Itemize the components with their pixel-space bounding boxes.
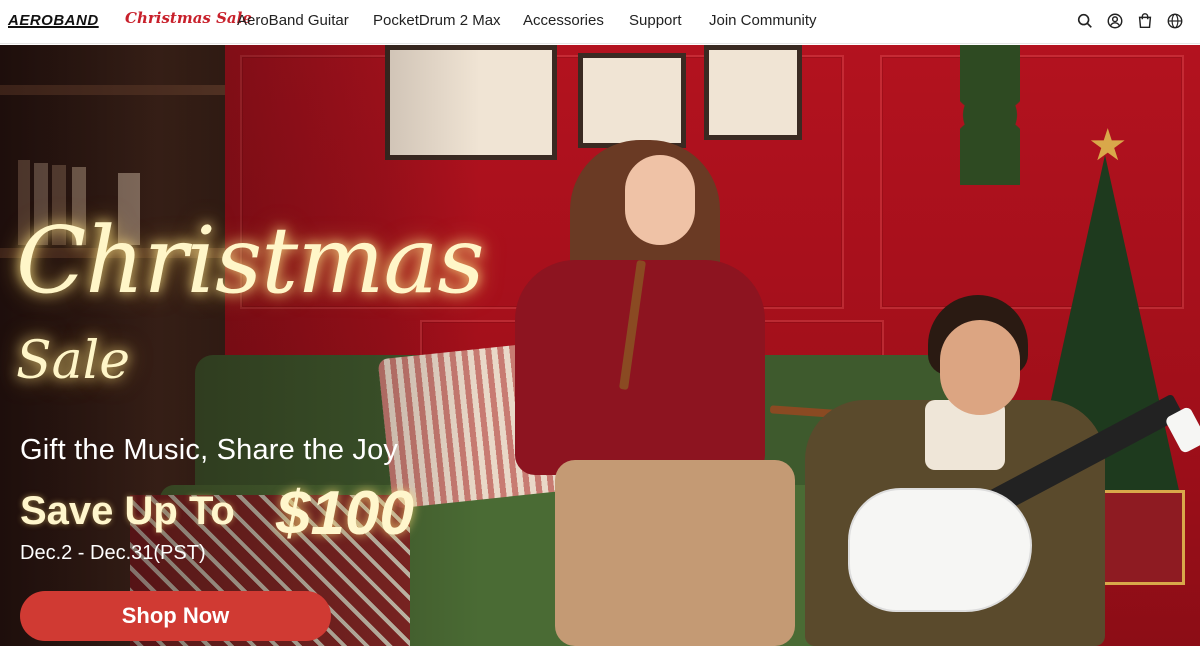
- guitar-body: [850, 490, 1030, 610]
- nav-christmas-sale[interactable]: Christmas Sale: [125, 9, 252, 27]
- cart-icon[interactable]: [1136, 12, 1154, 30]
- shop-now-button[interactable]: Shop Now: [20, 591, 331, 641]
- garland: [960, 45, 1020, 185]
- gift-box: [1095, 490, 1185, 585]
- hero-save-amount: $100: [276, 479, 414, 548]
- header-icons: [1076, 12, 1184, 30]
- hero-dates: Dec.2 - Dec.31(PST): [20, 542, 206, 564]
- nav-aeroband-guitar[interactable]: AeroBand Guitar: [237, 12, 349, 29]
- language-icon[interactable]: [1166, 12, 1184, 30]
- search-icon[interactable]: [1076, 12, 1094, 30]
- tree-star-icon: ★: [1088, 120, 1128, 171]
- hero-title: Christmas: [16, 207, 485, 314]
- nav-join-community[interactable]: Join Community: [709, 12, 817, 29]
- site-header: AEROBAND Christmas Sale AeroBand Guitar …: [0, 0, 1200, 44]
- hero-title-sale: Sale: [16, 331, 131, 391]
- hero-subtitle: Gift the Music, Share the Joy: [20, 434, 399, 466]
- wall-picture: [704, 45, 802, 140]
- wall-picture: [578, 53, 686, 148]
- hero-banner[interactable]: ★ Christmas Sale Gift the Music, Share t…: [0, 45, 1200, 646]
- woman-face: [625, 155, 695, 245]
- account-icon[interactable]: [1106, 12, 1124, 30]
- nav-pocketdrum-2-max[interactable]: PocketDrum 2 Max: [373, 12, 501, 29]
- nav-accessories[interactable]: Accessories: [523, 12, 604, 29]
- logo[interactable]: AEROBAND: [8, 12, 99, 29]
- nav-support[interactable]: Support: [629, 12, 682, 29]
- woman-trousers: [555, 460, 795, 646]
- hero-save-label: Save Up To: [20, 489, 235, 533]
- man-face: [940, 320, 1020, 415]
